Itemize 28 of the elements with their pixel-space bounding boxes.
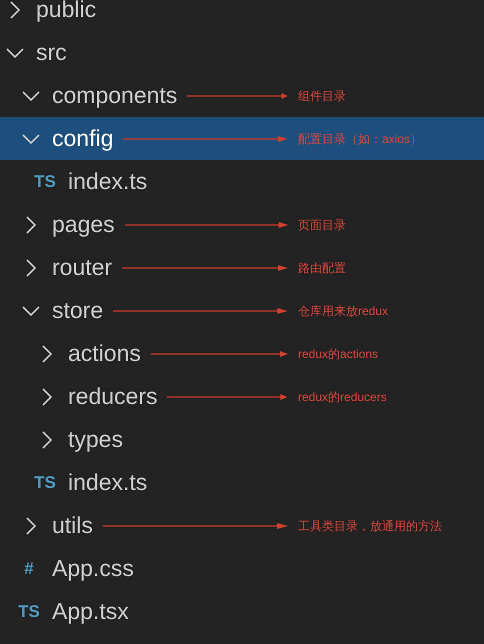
- file-name[interactable]: App.css: [52, 551, 134, 586]
- annotation-note: 路由配置: [298, 260, 347, 276]
- folder-name[interactable]: utils: [52, 508, 93, 543]
- folder-name[interactable]: src: [36, 35, 67, 70]
- folder-name[interactable]: pages: [52, 207, 115, 242]
- annotation-note: 组件目录: [298, 88, 347, 104]
- folder-name[interactable]: store: [52, 293, 104, 328]
- selected-row[interactable]: config 配置目录（如：axios）: [0, 117, 484, 160]
- folder-name[interactable]: actions: [68, 336, 141, 371]
- folder-name[interactable]: types: [68, 422, 123, 457]
- file-name[interactable]: index.ts: [68, 164, 148, 199]
- annotation-note: redux的actions: [298, 346, 380, 362]
- folder-name[interactable]: public: [36, 0, 96, 27]
- annotation-note: 配置目录（如：axios）: [298, 130, 424, 148]
- annotation-note: 仓库用来放redux: [298, 302, 390, 320]
- folder-name[interactable]: reducers: [68, 379, 158, 414]
- folder-name[interactable]: config: [52, 121, 114, 156]
- file-type-icon: TS: [32, 168, 58, 194]
- folder-name[interactable]: components: [52, 78, 178, 113]
- annotation-note: redux的reducers: [298, 388, 388, 406]
- folder-name[interactable]: router: [52, 250, 112, 285]
- file-type-icon: TS: [32, 470, 58, 496]
- file-type-icon: TS: [16, 598, 42, 624]
- annotation-note: 工具类目录，放通用的方法: [298, 518, 443, 534]
- file-type-icon: #: [16, 556, 42, 582]
- annotation-note: 页面目录: [298, 216, 347, 234]
- file-name[interactable]: App.tsx: [52, 594, 129, 629]
- file-name[interactable]: index.ts: [68, 465, 148, 500]
